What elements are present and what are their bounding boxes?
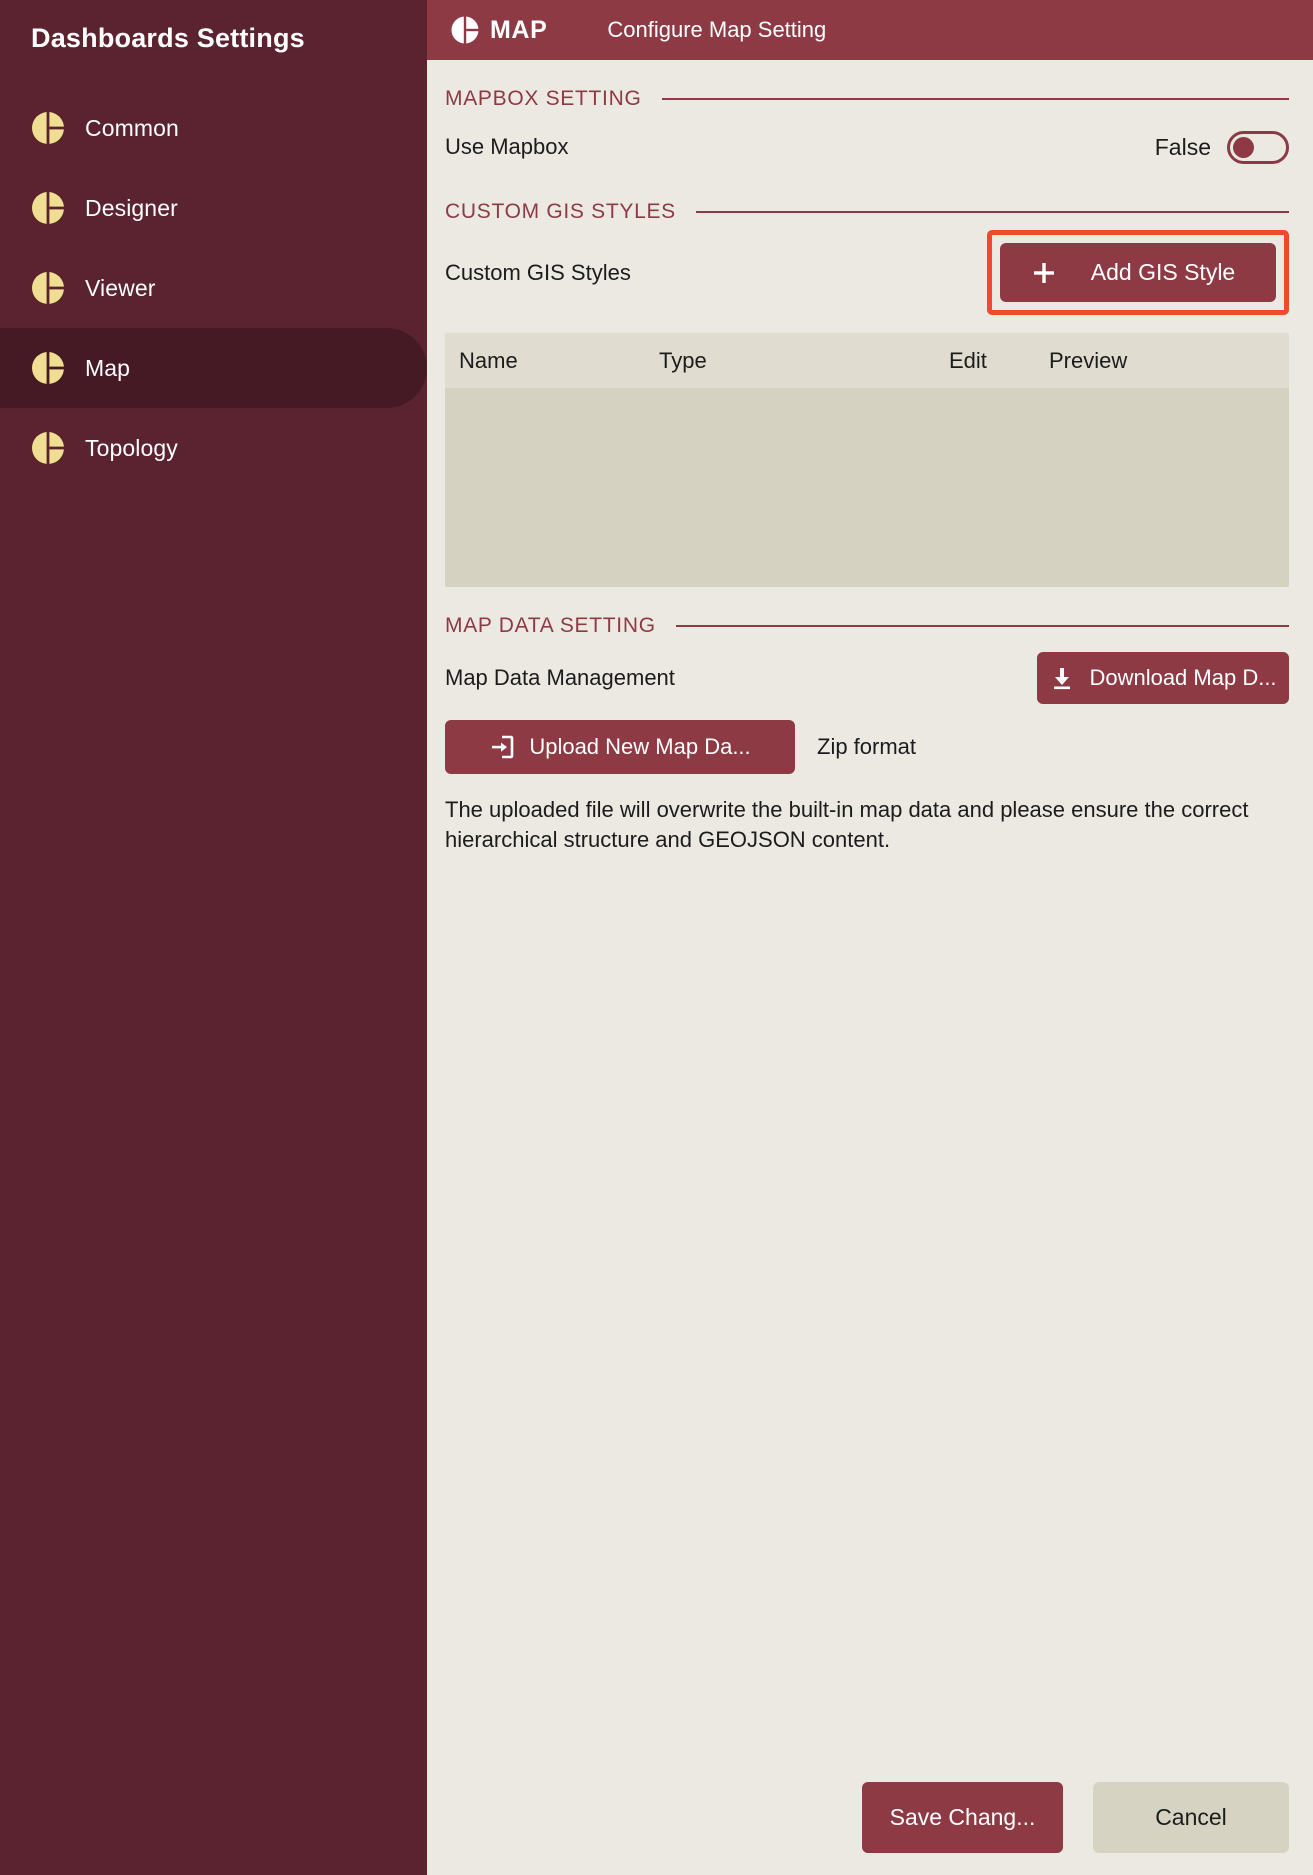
plus-icon bbox=[1031, 260, 1057, 286]
table-body-empty bbox=[445, 388, 1289, 587]
pie-segment-icon bbox=[31, 351, 65, 385]
sidebar-item-label: Topology bbox=[85, 434, 178, 461]
upload-row: Upload New Map Da... Zip format bbox=[445, 720, 1289, 774]
section-header-custom-gis: CUSTOM GIS STYLES bbox=[445, 200, 1289, 224]
sidebar-item-label: Common bbox=[85, 114, 179, 141]
import-arrow-box-icon bbox=[489, 734, 515, 760]
table-header-row: Name Type Edit Preview bbox=[445, 333, 1289, 388]
toggle-knob bbox=[1233, 136, 1254, 158]
section-label: CUSTOM GIS STYLES bbox=[445, 200, 676, 223]
column-header-preview: Preview bbox=[1049, 347, 1128, 373]
use-mapbox-toggle[interactable] bbox=[1227, 130, 1289, 164]
column-header-type: Type bbox=[659, 347, 707, 373]
use-mapbox-control: False bbox=[1154, 130, 1289, 164]
add-gis-style-highlight: Add GIS Style bbox=[987, 230, 1289, 315]
sidebar-item-viewer[interactable]: Viewer bbox=[0, 248, 427, 328]
download-map-data-label: Download Map D... bbox=[1089, 665, 1277, 690]
settings-window: Dashboards Settings Common Designer View… bbox=[0, 0, 1313, 1875]
footer-actions: Save Chang... Cancel bbox=[862, 1782, 1289, 1853]
sidebar-title: Dashboards Settings bbox=[31, 23, 305, 53]
column-header-name: Name bbox=[459, 347, 518, 373]
sidebar-item-label: Map bbox=[85, 354, 131, 381]
upload-new-map-data-button[interactable]: Upload New Map Da... bbox=[445, 720, 795, 774]
custom-gis-styles-label: Custom GIS Styles bbox=[445, 259, 631, 285]
pie-segment-icon bbox=[31, 431, 65, 465]
pie-segment-icon bbox=[31, 111, 65, 145]
section-divider bbox=[695, 211, 1289, 213]
cancel-button[interactable]: Cancel bbox=[1093, 1782, 1289, 1853]
settings-content: MAPBOX SETTING Use Mapbox False CUSTOM G… bbox=[427, 60, 1313, 1875]
section-label: MAPBOX SETTING bbox=[445, 87, 642, 110]
add-gis-style-label: Add GIS Style bbox=[1090, 259, 1236, 285]
brand: MAP bbox=[451, 16, 547, 45]
page-title: Configure Map Setting bbox=[607, 17, 827, 42]
section-header-map-data: MAP DATA SETTING bbox=[445, 614, 1289, 638]
brand-title: MAP bbox=[490, 15, 548, 44]
download-map-data-button[interactable]: Download Map D... bbox=[1037, 652, 1289, 704]
use-mapbox-label: Use Mapbox bbox=[445, 134, 569, 159]
column-header-edit: Edit bbox=[949, 347, 987, 373]
row-custom-gis-styles: Custom GIS Styles Add GIS Style bbox=[445, 230, 1289, 315]
pie-segment-icon bbox=[451, 16, 479, 44]
download-icon bbox=[1049, 665, 1075, 691]
pie-segment-icon bbox=[31, 191, 65, 225]
add-gis-style-button[interactable]: Add GIS Style bbox=[1000, 243, 1276, 302]
save-changes-button[interactable]: Save Chang... bbox=[862, 1782, 1063, 1853]
upload-new-map-data-label: Upload New Map Da... bbox=[529, 734, 751, 759]
sidebar-item-label: Designer bbox=[85, 194, 178, 221]
top-bar: MAP Configure Map Setting bbox=[427, 0, 1313, 60]
sidebar: Dashboards Settings Common Designer View… bbox=[0, 0, 427, 1875]
section-divider bbox=[675, 625, 1289, 627]
main-panel: MAP Configure Map Setting MAPBOX SETTING… bbox=[427, 0, 1313, 1875]
zip-format-note: Zip format bbox=[817, 734, 917, 759]
pie-segment-icon bbox=[31, 271, 65, 305]
section-divider bbox=[661, 98, 1289, 100]
sidebar-item-map[interactable]: Map bbox=[0, 328, 427, 408]
sidebar-item-designer[interactable]: Designer bbox=[0, 168, 427, 248]
section-label: MAP DATA SETTING bbox=[445, 614, 656, 637]
use-mapbox-value: False bbox=[1154, 133, 1211, 160]
section-header-mapbox: MAPBOX SETTING bbox=[445, 87, 1289, 111]
sidebar-item-common[interactable]: Common bbox=[0, 88, 427, 168]
sidebar-item-label: Viewer bbox=[85, 274, 156, 301]
map-data-management-label: Map Data Management bbox=[445, 665, 675, 690]
gis-styles-table: Name Type Edit Preview bbox=[445, 333, 1289, 587]
row-use-mapbox: Use Mapbox False bbox=[445, 121, 1289, 173]
sidebar-item-topology[interactable]: Topology bbox=[0, 408, 427, 488]
row-map-data-management: Map Data Management Download Map D... bbox=[445, 652, 1289, 704]
sidebar-nav: Common Designer Viewer Map Topology bbox=[0, 88, 427, 488]
upload-description: The uploaded file will overwrite the bui… bbox=[445, 797, 1249, 853]
